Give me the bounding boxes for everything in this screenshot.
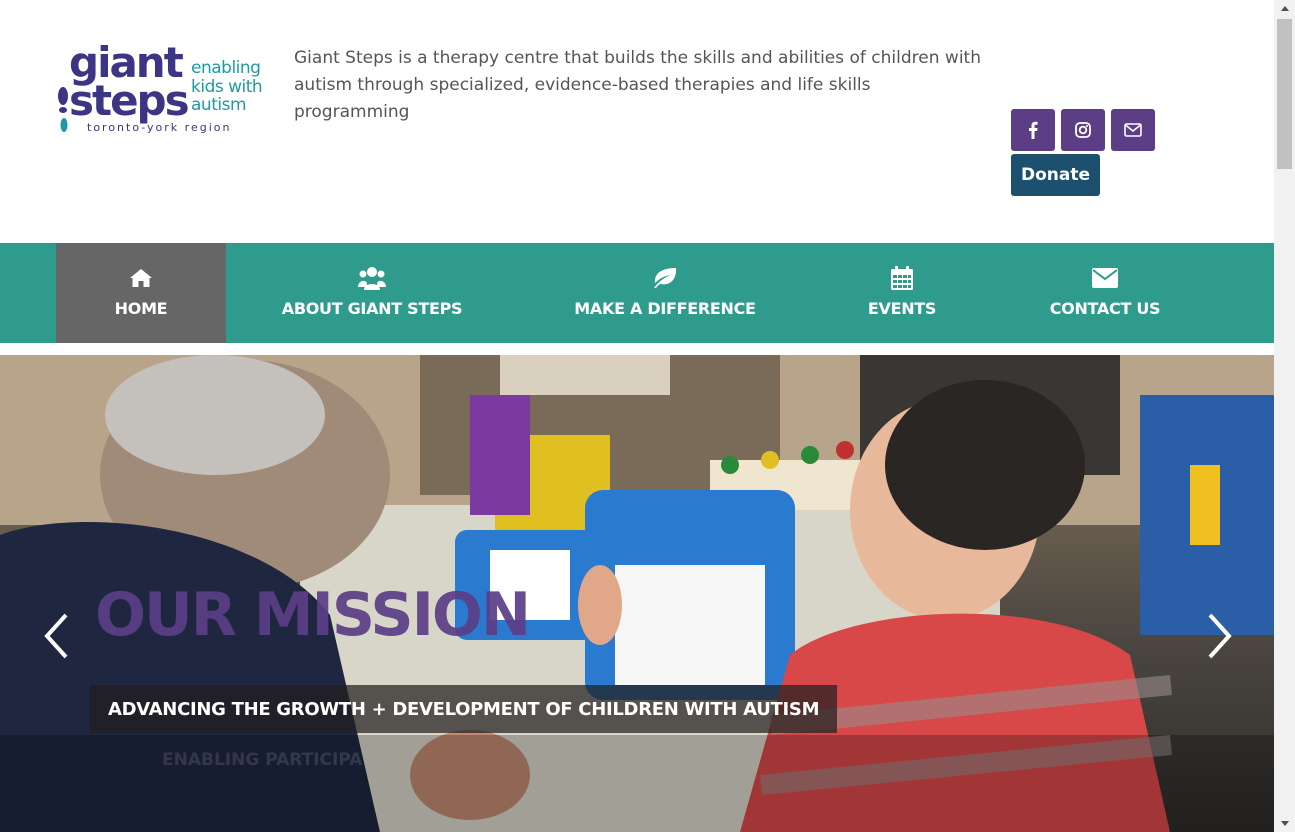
nav-label-events: EVENTS	[867, 299, 937, 318]
scroll-down-button[interactable]	[1274, 815, 1295, 832]
site-intro-text: Giant Steps is a therapy centre that bui…	[294, 48, 981, 122]
facebook-icon	[1029, 121, 1038, 139]
hero-faded-text: ENABLING PARTICIPA	[162, 750, 363, 770]
hero-caption: ADVANCING THE GROWTH + DEVELOPMENT OF CH…	[90, 685, 838, 733]
email-icon	[1124, 123, 1142, 137]
caret-down-icon	[1280, 821, 1289, 826]
home-icon	[129, 265, 153, 291]
caret-up-icon	[1280, 6, 1289, 11]
logo-tagline-3: autism	[191, 95, 247, 115]
instagram-button[interactable]	[1061, 109, 1105, 151]
social-links	[1011, 109, 1155, 151]
nav-item-events[interactable]: EVENTS	[847, 243, 957, 343]
logo-tagline-1: enabling	[191, 58, 261, 78]
nav-label-about: ABOUT GIANT STEPS	[281, 299, 463, 318]
hero-slider: OUR MISSION ADVANCING THE GROWTH + DEVEL…	[0, 355, 1274, 832]
leaf-icon	[652, 265, 678, 291]
donate-button[interactable]: Donate	[1011, 154, 1100, 196]
calendar-icon	[890, 265, 914, 291]
page-scrollbar[interactable]	[1274, 0, 1295, 832]
nav-item-make-difference[interactable]: MAKE A DIFFERENCE	[560, 243, 770, 343]
logo-tagline-2: kids with	[191, 77, 263, 97]
main-nav: HOME ABOUT GIANT STEPS MAKE A DIFFERENCE	[0, 243, 1274, 343]
slider-next-button[interactable]	[1204, 613, 1234, 663]
email-button[interactable]	[1111, 109, 1155, 151]
logo-region: toronto-york region	[87, 121, 232, 134]
nav-label-home: HOME	[114, 299, 168, 318]
footprint-icon	[58, 87, 68, 132]
envelope-icon	[1092, 265, 1118, 291]
scrollbar-thumb[interactable]	[1277, 19, 1292, 169]
chevron-right-icon	[1208, 613, 1232, 659]
chevron-left-icon	[44, 613, 68, 659]
facebook-button[interactable]	[1011, 109, 1055, 151]
site-logo[interactable]: giant steps enabling kids with autism to…	[55, 42, 270, 137]
hero-title: OUR MISSION	[95, 580, 531, 650]
scroll-up-button[interactable]	[1274, 0, 1295, 17]
nav-item-contact[interactable]: CONTACT US	[1030, 243, 1180, 343]
instagram-icon	[1075, 122, 1091, 138]
nav-label-make-difference: MAKE A DIFFERENCE	[574, 299, 756, 318]
nav-label-contact: CONTACT US	[1049, 299, 1161, 318]
nav-item-about[interactable]: ABOUT GIANT STEPS	[266, 243, 478, 343]
users-icon	[358, 265, 386, 291]
nav-item-home[interactable]: HOME	[56, 243, 226, 343]
logo-word-steps: steps	[69, 76, 190, 125]
slider-prev-button[interactable]	[42, 613, 72, 663]
